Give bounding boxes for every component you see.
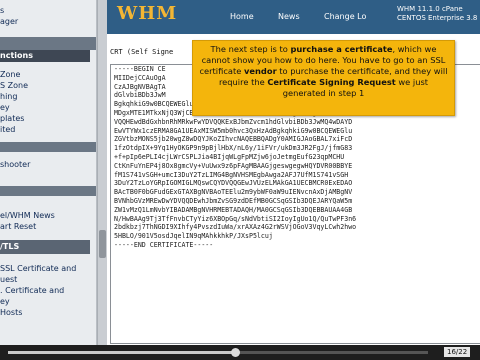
- crt-line: ZW1vMzQ1LmNvbYIBADAMBgNVHRMEBTADAQH/MA0G…: [114, 205, 353, 214]
- sidebar-item[interactable]: s: [0, 6, 4, 16]
- sidebar-item[interactable]: SSL Certificate and: [0, 264, 76, 274]
- sidebar-item[interactable]: S Zone: [0, 81, 28, 91]
- progress-fill: [8, 351, 235, 354]
- sidebar-scrollbar[interactable]: [97, 0, 107, 345]
- top-header: WHM Home News Change Lo WHM 11.1.0 cPane…: [107, 0, 480, 34]
- crt-line: fM1S741vSGH+umcI3DuY2TzLIMG4BgNVHSMEgbAw…: [114, 170, 349, 179]
- crt-line: BVNhbGVzMREwDwYDVQQDEwhJbmZvSG9zdDEfMB0G…: [114, 196, 353, 205]
- crt-line: +f+pIp6ePLI4cjLWrCSPLJia4BIjqWLgFpMZjw6j…: [114, 152, 345, 161]
- sidebar-item[interactable]: Hosts: [0, 308, 22, 318]
- sidebar-item-reset[interactable]: art Reset: [0, 222, 36, 232]
- crt-line: 2bdkbzj7ThNGDI9XIhfy4PvszdIuWa/xrAXAz4G2…: [114, 223, 357, 232]
- crt-line: EwVTYWx1czERMA8GA1UEAxMISW5mb0hvc3QxHzAd…: [114, 126, 353, 135]
- sidebar-item[interactable]: plates: [0, 114, 24, 124]
- crt-label: CRT (Self Signe: [110, 48, 174, 56]
- crt-line: 5HBLO/901V5osdJqelIN9qMAhkkhkP/JXsP5lcuj: [114, 232, 273, 241]
- sidebar-item[interactable]: Zone: [0, 70, 20, 80]
- sidebar-section-bar: [0, 37, 96, 50]
- sidebar-section-functions[interactable]: nctions: [0, 50, 90, 62]
- whm-logo[interactable]: WHM: [117, 3, 177, 24]
- callout-bold-3: Certificate Signing Request: [267, 77, 396, 87]
- progress-track[interactable]: [8, 351, 428, 354]
- progress-knob[interactable]: [230, 348, 240, 357]
- version-info: WHM 11.1.0 cPane CENTOS Enterprise 3.8 i…: [397, 5, 480, 23]
- nav-news[interactable]: News: [278, 12, 300, 21]
- sidebar-section-ssl[interactable]: /TLS: [0, 240, 90, 254]
- tutorial-callout: The next step is to purchase a certifica…: [192, 40, 455, 116]
- nav-home[interactable]: Home: [230, 12, 254, 21]
- slide-counter: 16/22: [444, 347, 471, 357]
- crt-line: VQQHEwdBdGxhbnRhMRkwFwYDVQQKExBJbmZvcm1h…: [114, 117, 353, 126]
- crt-line: 1fzOtdpIX+9Yq1HyOKGP9n9pBjlHbX/nL6y/1iFV…: [114, 144, 353, 153]
- callout-text-1: The next step is to: [210, 44, 291, 54]
- sidebar-section-bar: [0, 142, 96, 152]
- crt-line: -----END CERTIFICATE-----: [114, 240, 214, 249]
- crt-line: N/HwBAAg9Tj3TfFnvbCTyYiz6XBOpGq/sNdVbtiS…: [114, 214, 357, 223]
- sidebar: s ager nctions Zone S Zone hing ey plate…: [0, 0, 97, 345]
- nav-change-login[interactable]: Change Lo: [324, 12, 366, 21]
- sidebar-item[interactable]: ager: [0, 17, 18, 27]
- crt-line: ZGVtbzMONS5jb20wgZ8wDQYJKoZIhvcNAQEBBQAD…: [114, 135, 353, 144]
- video-player-bar: 16/22: [0, 345, 480, 360]
- sidebar-item[interactable]: ey: [0, 103, 10, 113]
- scrollbar-thumb[interactable]: [99, 230, 106, 258]
- sidebar-item[interactable]: ited: [0, 125, 15, 135]
- callout-bold-1: purchase a certificate: [290, 44, 393, 54]
- sidebar-item[interactable]: ey: [0, 297, 10, 307]
- crt-line: 3DuY2TzLoYGRpIGOMIGLMQswCQYDVQQGEwJVUzEL…: [114, 179, 353, 188]
- sidebar-section-bar: [0, 186, 96, 196]
- version-line-1: WHM 11.1.0 cPane: [397, 5, 463, 13]
- sidebar-item[interactable]: . Certificate and: [0, 286, 64, 296]
- sidebar-item[interactable]: hing: [0, 92, 17, 102]
- sidebar-item[interactable]: uest: [0, 275, 17, 285]
- crt-line: BAcTB0F0bGFudGExGTAXBgNVBAoTEElu2m9ybWF0…: [114, 188, 353, 197]
- version-line-2: CENTOS Enterprise 3.8 i68: [397, 14, 480, 22]
- sidebar-item-troubleshooter[interactable]: shooter: [0, 160, 30, 170]
- crt-line: CtKnFuYnEP4j8Ox8gmcVy+VuUwx9z6pFAgMBAAGj…: [114, 161, 353, 170]
- sidebar-item-news[interactable]: el/WHM News: [0, 211, 55, 221]
- callout-bold-2: vendor: [243, 66, 277, 76]
